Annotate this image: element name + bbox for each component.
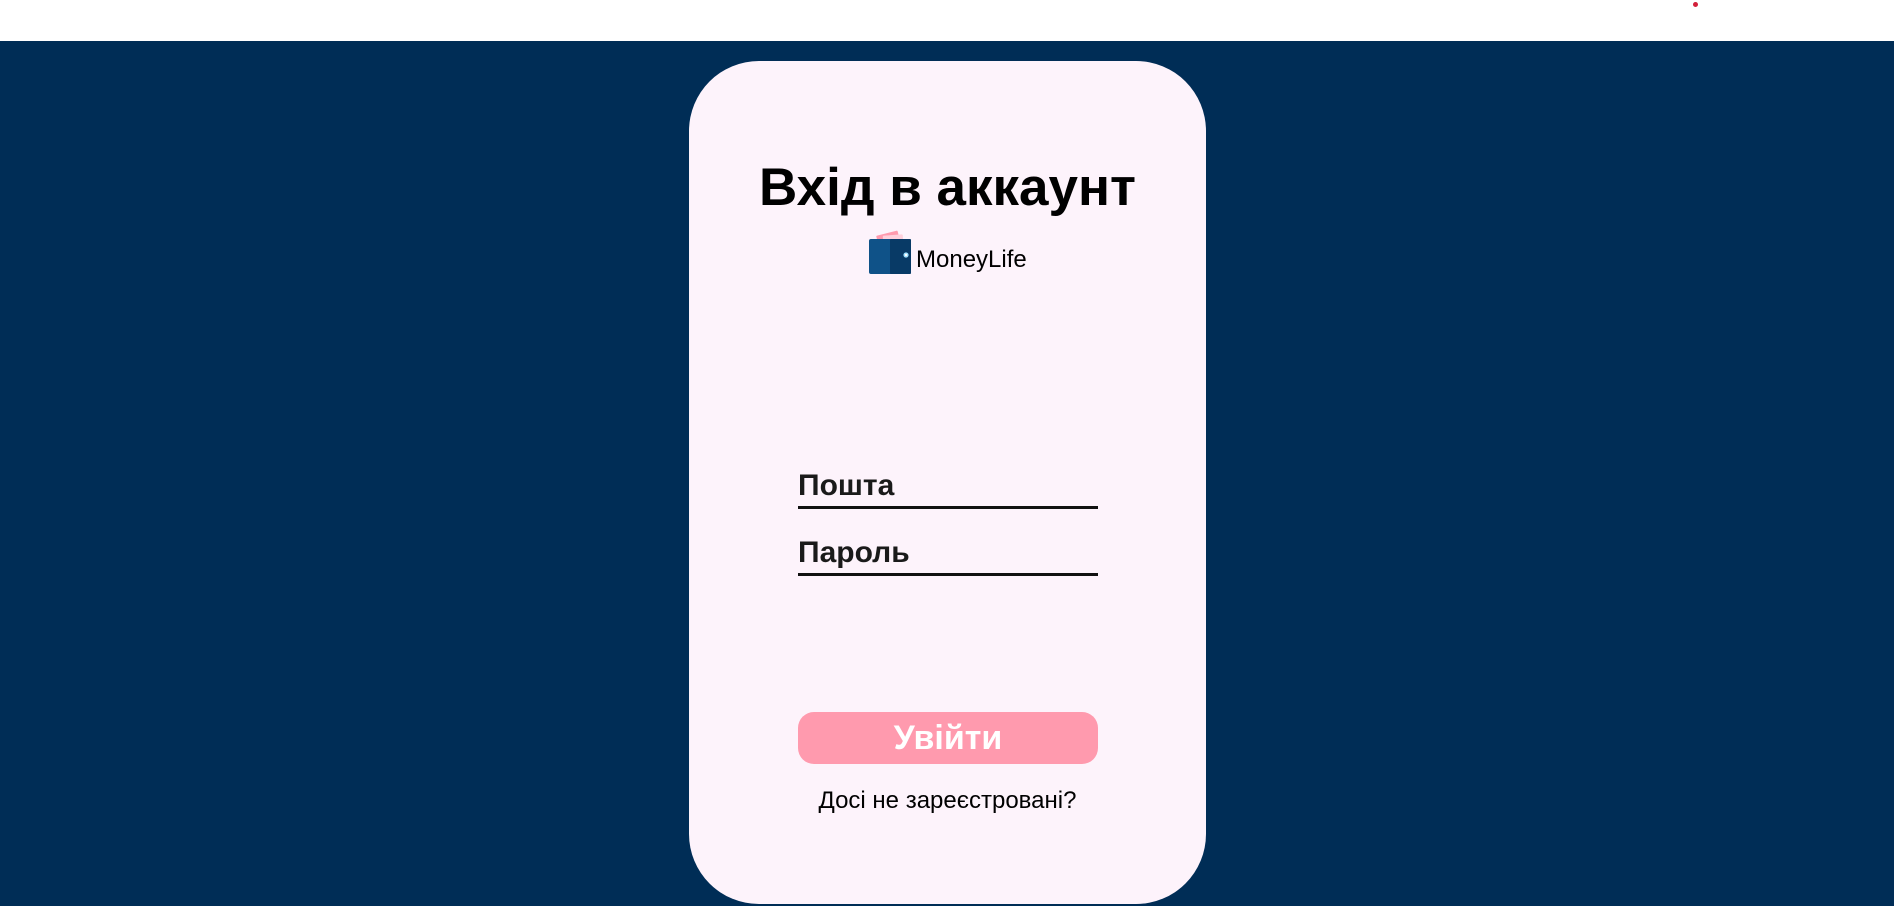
notification-dot: [1693, 2, 1698, 7]
wallet-icon: [869, 230, 911, 274]
brand-name: MoneyLife: [916, 246, 1027, 273]
register-link[interactable]: Досі не зареєстровані?: [689, 789, 1206, 813]
top-bar: [0, 0, 1894, 41]
page-background: Вхід в аккаунт MoneyLife Увійти Досі не …: [0, 41, 1894, 906]
page-title: Вхід в аккаунт: [759, 158, 1136, 217]
login-card: Вхід в аккаунт MoneyLife Увійти Досі не …: [689, 61, 1206, 904]
email-input[interactable]: [798, 466, 1098, 506]
password-input[interactable]: [798, 533, 1098, 573]
password-field: [798, 533, 1098, 576]
brand-logo: MoneyLife: [869, 225, 1027, 275]
email-field: [798, 466, 1098, 509]
login-button[interactable]: Увійти: [798, 712, 1098, 764]
